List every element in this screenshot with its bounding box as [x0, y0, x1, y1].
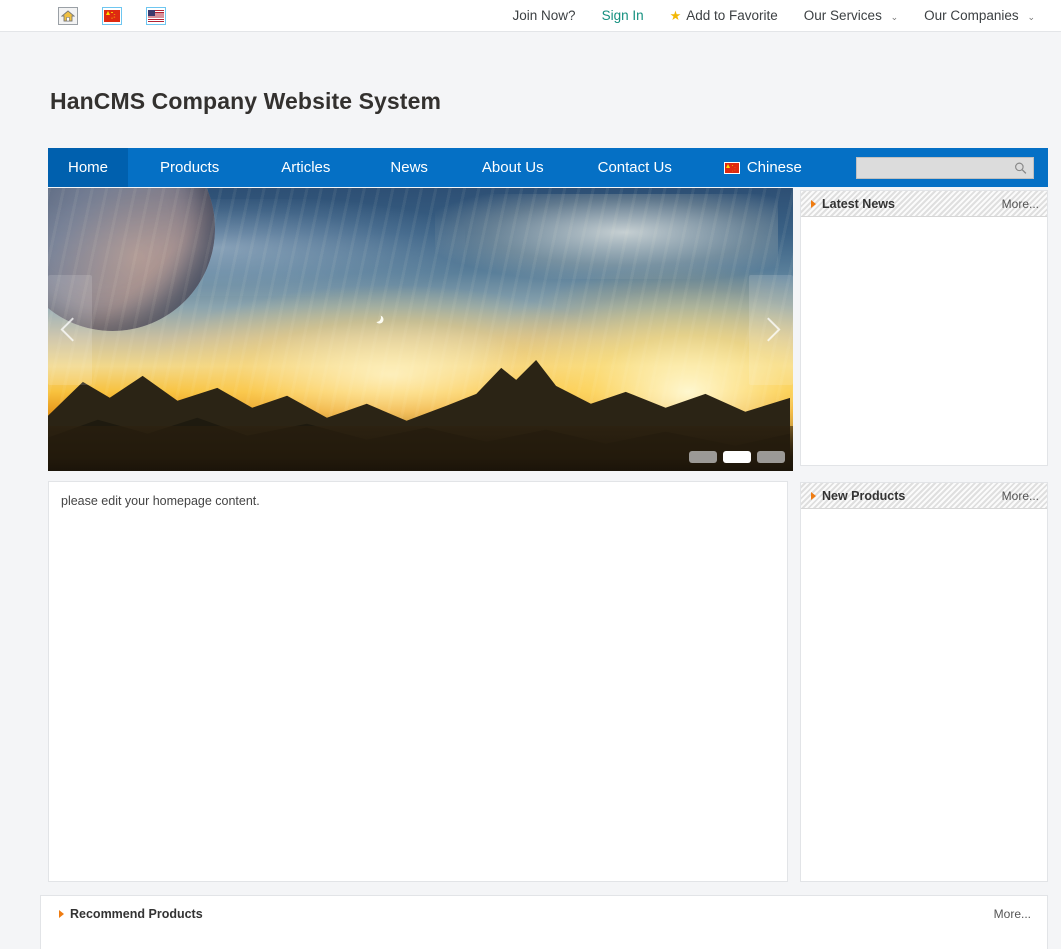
- new-products-panel: New Products More...: [800, 482, 1048, 882]
- search-box[interactable]: [856, 156, 1034, 179]
- latest-news-more-link[interactable]: More...: [1002, 197, 1039, 211]
- our-services-menu[interactable]: Our Services ⌄: [804, 8, 898, 23]
- flag-china-icon: [723, 161, 740, 174]
- sign-in-link[interactable]: Sign In: [602, 8, 644, 23]
- hero-moon: [372, 313, 381, 322]
- carousel-next-button[interactable]: [749, 274, 793, 385]
- flag-usa-glyph: [148, 9, 164, 22]
- latest-news-panel: Latest News More...: [800, 190, 1048, 466]
- flag-china-glyph: [104, 9, 120, 22]
- our-companies-label: Our Companies: [924, 8, 1019, 23]
- join-now-link[interactable]: Join Now?: [513, 8, 576, 23]
- carousel-pagination: [689, 451, 785, 463]
- flag-usa-icon[interactable]: [146, 6, 166, 25]
- top-icon-group: [58, 6, 166, 25]
- page-title: HanCMS Company Website System: [50, 88, 442, 114]
- hero-carousel[interactable]: [48, 188, 793, 471]
- nav-item-chinese-label: Chinese: [746, 159, 802, 176]
- our-companies-menu[interactable]: Our Companies ⌄: [924, 8, 1035, 23]
- star-icon: ★: [669, 8, 682, 23]
- chevron-down-icon: ⌄: [890, 12, 899, 22]
- nav-item-home[interactable]: Home: [48, 148, 129, 187]
- search-input[interactable]: [857, 157, 1033, 178]
- carousel-dot-2[interactable]: [723, 451, 751, 463]
- nav-item-articles[interactable]: Articles: [261, 148, 350, 187]
- search-icon[interactable]: [1014, 161, 1027, 174]
- top-links: Join Now? Sign In ★ Add to Favorite Our …: [513, 8, 1035, 23]
- flag-china-icon[interactable]: [102, 6, 122, 25]
- triangle-bullet-icon: [811, 199, 816, 208]
- carousel-prev-button[interactable]: [48, 274, 92, 385]
- latest-news-title: Latest News: [822, 196, 895, 211]
- add-to-favorite-label: Add to Favorite: [686, 8, 778, 23]
- nav-item-about-us[interactable]: About Us: [462, 148, 564, 187]
- new-products-header: New Products More...: [801, 483, 1047, 509]
- latest-news-body: [801, 217, 1047, 465]
- nav-item-chinese[interactable]: Chinese: [704, 148, 822, 187]
- chevron-down-icon: ⌄: [1027, 12, 1035, 22]
- home-icon-glyph: [61, 9, 75, 21]
- nav-item-products[interactable]: Products: [140, 148, 239, 187]
- triangle-bullet-icon: [59, 910, 64, 918]
- home-icon[interactable]: [58, 6, 78, 25]
- homepage-content-panel: please edit your homepage content.: [48, 481, 788, 882]
- new-products-title: New Products: [822, 488, 906, 503]
- carousel-dot-3[interactable]: [757, 451, 785, 463]
- our-services-label: Our Services: [803, 8, 882, 23]
- recommend-products-more-link[interactable]: More...: [994, 907, 1031, 921]
- new-products-body: [801, 509, 1047, 881]
- triangle-bullet-icon: [811, 491, 816, 500]
- latest-news-header: Latest News More...: [801, 191, 1047, 217]
- nav-item-news[interactable]: News: [370, 148, 448, 187]
- add-to-favorite-link[interactable]: ★ Add to Favorite: [670, 8, 778, 23]
- chevron-left-icon: [60, 317, 85, 342]
- homepage-content-text: please edit your homepage content.: [61, 494, 260, 508]
- hero-foreground: [48, 425, 793, 471]
- carousel-dot-1[interactable]: [689, 451, 717, 463]
- recommend-products-header: Recommend Products More...: [41, 896, 1047, 921]
- main-navigation: Home Products Articles News About Us Con…: [48, 148, 1048, 187]
- top-utility-bar: Join Now? Sign In ★ Add to Favorite Our …: [0, 0, 1061, 32]
- recommend-products-title: Recommend Products: [70, 907, 203, 921]
- chevron-right-icon: [756, 317, 781, 342]
- recommend-products-panel: Recommend Products More...: [40, 895, 1048, 949]
- nav-item-contact-us[interactable]: Contact Us: [578, 148, 692, 187]
- new-products-more-link[interactable]: More...: [1002, 489, 1039, 503]
